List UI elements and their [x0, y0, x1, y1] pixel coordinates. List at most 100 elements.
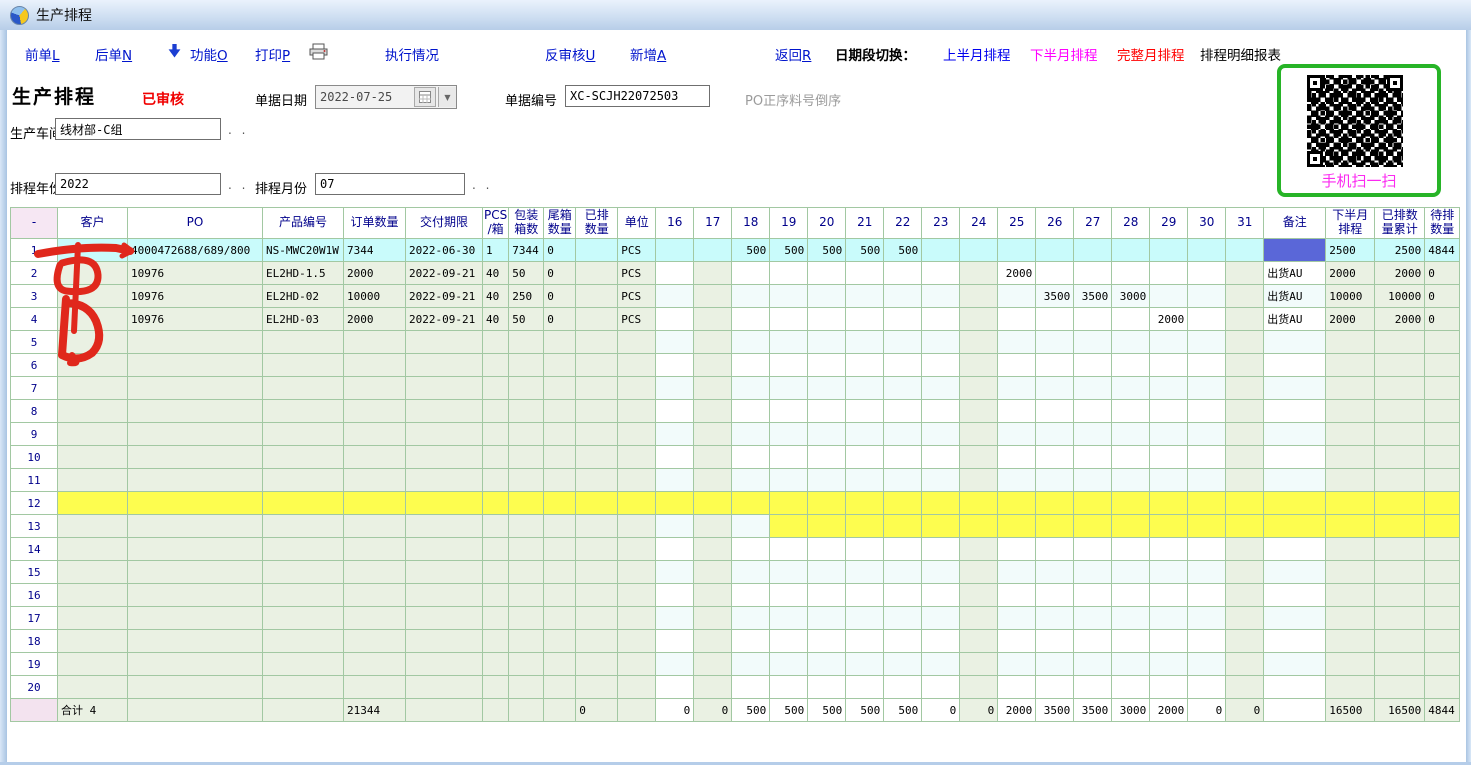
grid-cell-r3-24[interactable]	[960, 285, 998, 308]
menu-item-4[interactable]: 执行情况	[385, 44, 439, 64]
grid-cell-r19-23[interactable]	[922, 653, 960, 676]
grid-cell-r6-order_qty[interactable]	[344, 354, 406, 377]
grid-cell-r6-po[interactable]	[128, 354, 263, 377]
grid-cell-r20-po[interactable]	[128, 676, 263, 699]
grid-cell-r16-cumulative[interactable]	[1375, 584, 1425, 607]
grid-cell-r16-26[interactable]	[1036, 584, 1074, 607]
grid-cell-r3-20[interactable]	[808, 285, 846, 308]
grid-cell-r6-remark[interactable]	[1264, 354, 1326, 377]
grid-cell-r1-tail_box_qty[interactable]: 0	[544, 239, 576, 262]
row-number[interactable]: 8	[11, 400, 58, 423]
grid-cell-r4-pcs_per_box[interactable]: 40	[483, 308, 509, 331]
row-number[interactable]: 7	[11, 377, 58, 400]
grid-cell-r18-17[interactable]	[694, 630, 732, 653]
grid-cell-r6-23[interactable]	[922, 354, 960, 377]
grid-cell-r15-box_count[interactable]	[509, 561, 544, 584]
grid-cell-r12-tail_box_qty[interactable]	[544, 492, 576, 515]
grid-cell-r14-pending[interactable]	[1425, 538, 1460, 561]
grid-cell-r4-19[interactable]	[770, 308, 808, 331]
grid-cell-r8-22[interactable]	[884, 400, 922, 423]
grid-cell-r14-18[interactable]	[732, 538, 770, 561]
grid-cell-r5-product[interactable]	[263, 331, 344, 354]
grid-cell-r9-second_half[interactable]	[1326, 423, 1375, 446]
grid-cell-r19-27[interactable]	[1074, 653, 1112, 676]
row-number[interactable]: 2	[11, 262, 58, 285]
year-input[interactable]	[55, 173, 221, 195]
grid-cell-r1-27[interactable]	[1074, 239, 1112, 262]
grid-cell-r4-scheduled_qty[interactable]	[576, 308, 618, 331]
grid-cell-r2-remark[interactable]: 出货AU	[1264, 262, 1326, 285]
grid-cell-r19-scheduled_qty[interactable]	[576, 653, 618, 676]
grid-cell-r9-17[interactable]	[694, 423, 732, 446]
grid-cell-r5-27[interactable]	[1074, 331, 1112, 354]
grid-cell-r6-30[interactable]	[1188, 354, 1226, 377]
grid-cell-r19-30[interactable]	[1188, 653, 1226, 676]
grid-cell-r18-30[interactable]	[1188, 630, 1226, 653]
grid-cell-r19-unit[interactable]	[618, 653, 656, 676]
grid-cell-r16-16[interactable]	[656, 584, 694, 607]
grid-cell-r2-po[interactable]: 10976	[128, 262, 263, 285]
grid-cell-r8-box_count[interactable]	[509, 400, 544, 423]
year-more-button[interactable]: . .	[228, 178, 248, 192]
grid-cell-r1-24[interactable]	[960, 239, 998, 262]
grid-cell-r6-20[interactable]	[808, 354, 846, 377]
grid-cell-r18-scheduled_qty[interactable]	[576, 630, 618, 653]
grid-cell-r11-26[interactable]	[1036, 469, 1074, 492]
grid-cell-r19-order_qty[interactable]	[344, 653, 406, 676]
grid-cell-r13-po[interactable]	[128, 515, 263, 538]
grid-cell-r2-deadline[interactable]: 2022-09-21	[406, 262, 483, 285]
grid-cell-r20-28[interactable]	[1112, 676, 1150, 699]
grid-cell-r8-deadline[interactable]	[406, 400, 483, 423]
grid-cell-r5-scheduled_qty[interactable]	[576, 331, 618, 354]
row-number[interactable]: 15	[11, 561, 58, 584]
grid-cell-r8-po[interactable]	[128, 400, 263, 423]
row-number[interactable]: 12	[11, 492, 58, 515]
grid-cell-r11-30[interactable]	[1188, 469, 1226, 492]
grid-cell-r2-cumulative[interactable]: 2000	[1375, 262, 1425, 285]
grid-cell-r4-27[interactable]	[1074, 308, 1112, 331]
grid-cell-r5-17[interactable]	[694, 331, 732, 354]
grid-cell-r15-second_half[interactable]	[1326, 561, 1375, 584]
row-number[interactable]: 17	[11, 607, 58, 630]
row-number[interactable]: 20	[11, 676, 58, 699]
grid-cell-r17-16[interactable]	[656, 607, 694, 630]
grid-cell-r13-remark[interactable]	[1264, 515, 1326, 538]
grid-cell-r17-pending[interactable]	[1425, 607, 1460, 630]
grid-cell-r15-order_qty[interactable]	[344, 561, 406, 584]
grid-cell-r1-21[interactable]: 500	[846, 239, 884, 262]
grid-cell-r2-product[interactable]: EL2HD-1.5	[263, 262, 344, 285]
grid-cell-r17-cumulative[interactable]	[1375, 607, 1425, 630]
grid-cell-r1-product[interactable]: NS-MWC20W1W	[263, 239, 344, 262]
grid-cell-r12-cumulative[interactable]	[1375, 492, 1425, 515]
grid-cell-r14-20[interactable]	[808, 538, 846, 561]
grid-cell-r12-24[interactable]	[960, 492, 998, 515]
grid-cell-r1-16[interactable]	[656, 239, 694, 262]
grid-cell-r9-pending[interactable]	[1425, 423, 1460, 446]
grid-cell-r16-29[interactable]	[1150, 584, 1188, 607]
grid-cell-r13-pending[interactable]	[1425, 515, 1460, 538]
grid-cell-r18-22[interactable]	[884, 630, 922, 653]
grid-cell-r20-tail_box_qty[interactable]	[544, 676, 576, 699]
grid-cell-r4-25[interactable]	[998, 308, 1036, 331]
grid-cell-r9-18[interactable]	[732, 423, 770, 446]
grid-cell-r14-17[interactable]	[694, 538, 732, 561]
calendar-icon[interactable]	[414, 87, 436, 107]
grid-cell-r7-remark[interactable]	[1264, 377, 1326, 400]
grid-cell-r14-22[interactable]	[884, 538, 922, 561]
grid-cell-r6-customer[interactable]	[58, 354, 128, 377]
grid-cell-r15-31[interactable]	[1226, 561, 1264, 584]
grid-cell-r2-25[interactable]: 2000	[998, 262, 1036, 285]
grid-cell-r20-16[interactable]	[656, 676, 694, 699]
grid-cell-r15-po[interactable]	[128, 561, 263, 584]
grid-cell-r2-29[interactable]	[1150, 262, 1188, 285]
grid-cell-r10-pending[interactable]	[1425, 446, 1460, 469]
grid-cell-r9-23[interactable]	[922, 423, 960, 446]
grid-cell-r13-21[interactable]	[846, 515, 884, 538]
grid-cell-r16-customer[interactable]	[58, 584, 128, 607]
grid-cell-r11-customer[interactable]	[58, 469, 128, 492]
grid-cell-r11-27[interactable]	[1074, 469, 1112, 492]
grid-cell-r14-box_count[interactable]	[509, 538, 544, 561]
grid-cell-r5-order_qty[interactable]	[344, 331, 406, 354]
grid-cell-r9-29[interactable]	[1150, 423, 1188, 446]
grid-cell-r8-pending[interactable]	[1425, 400, 1460, 423]
